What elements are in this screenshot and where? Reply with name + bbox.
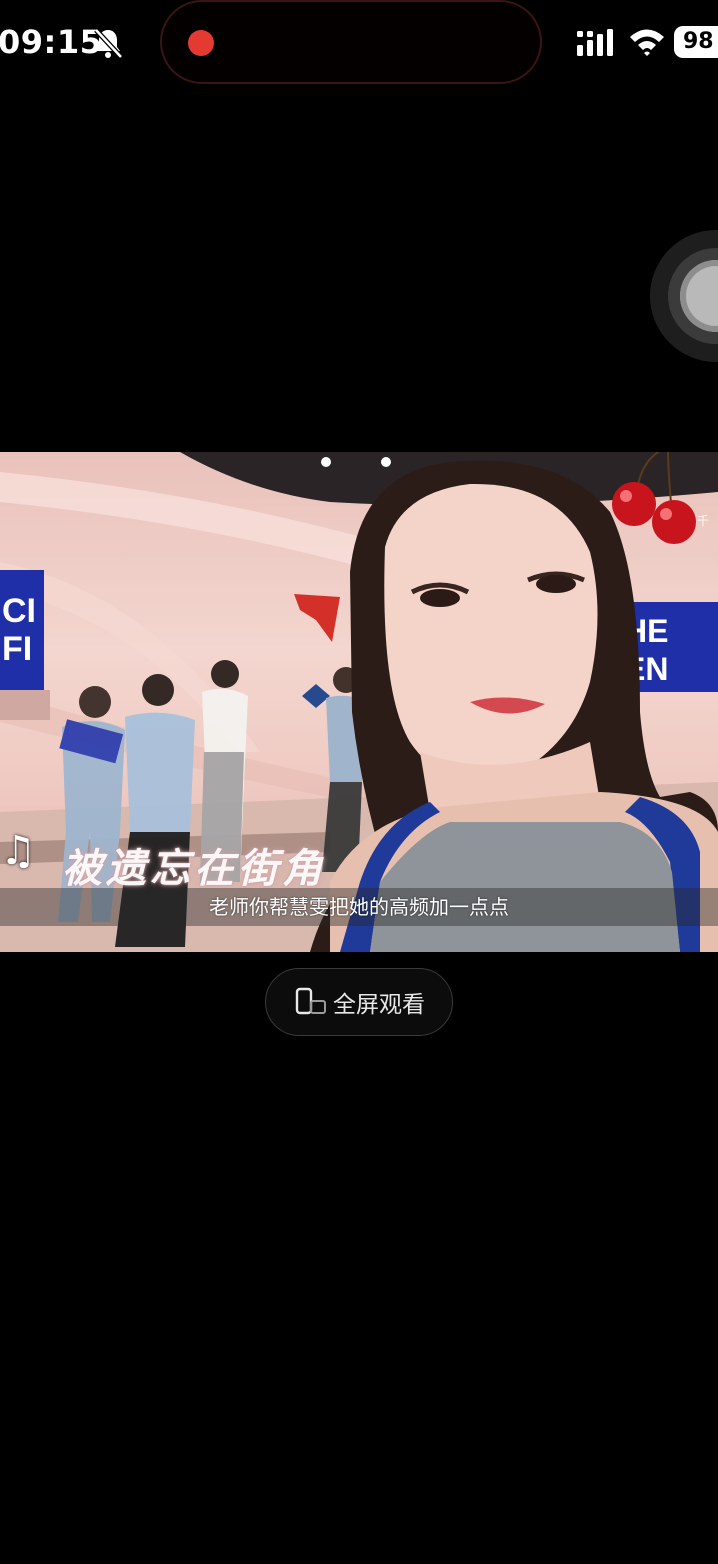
bell-slash-icon xyxy=(94,28,123,59)
status-time: 09:15 xyxy=(0,23,103,61)
svg-text:CI: CI xyxy=(2,592,36,630)
svg-text:FI: FI xyxy=(2,630,32,668)
music-note-icon: ♫ xyxy=(0,828,36,874)
recording-indicator xyxy=(188,30,214,56)
dynamic-island[interactable] xyxy=(160,0,542,84)
fullscreen-label: 全屏观看 xyxy=(333,992,425,1018)
wifi-icon xyxy=(630,29,664,56)
subtitle-text: 老师你帮慧雯把她的高频加一点点 xyxy=(209,895,509,919)
cellular-signal-icon xyxy=(577,29,613,56)
phone-screen: 09:15 98 CI FI HE EN ♫ 被遗忘在街角 千 老师你帮慧雯把她… xyxy=(0,0,718,1564)
watermark: 千 xyxy=(697,514,710,528)
lyric-overlay: 被遗忘在街角 xyxy=(62,845,326,892)
rotate-phone-icon xyxy=(295,987,326,1015)
status-bar: 09:15 98 xyxy=(0,0,718,86)
video-player[interactable]: CI FI HE EN ♫ 被遗忘在街角 千 老师你帮慧雯把她的高频加一点点 xyxy=(0,452,718,952)
battery-indicator: 98 xyxy=(674,26,718,58)
assistive-touch-button[interactable] xyxy=(650,230,718,362)
fullscreen-button[interactable]: 全屏观看 xyxy=(265,968,453,1036)
